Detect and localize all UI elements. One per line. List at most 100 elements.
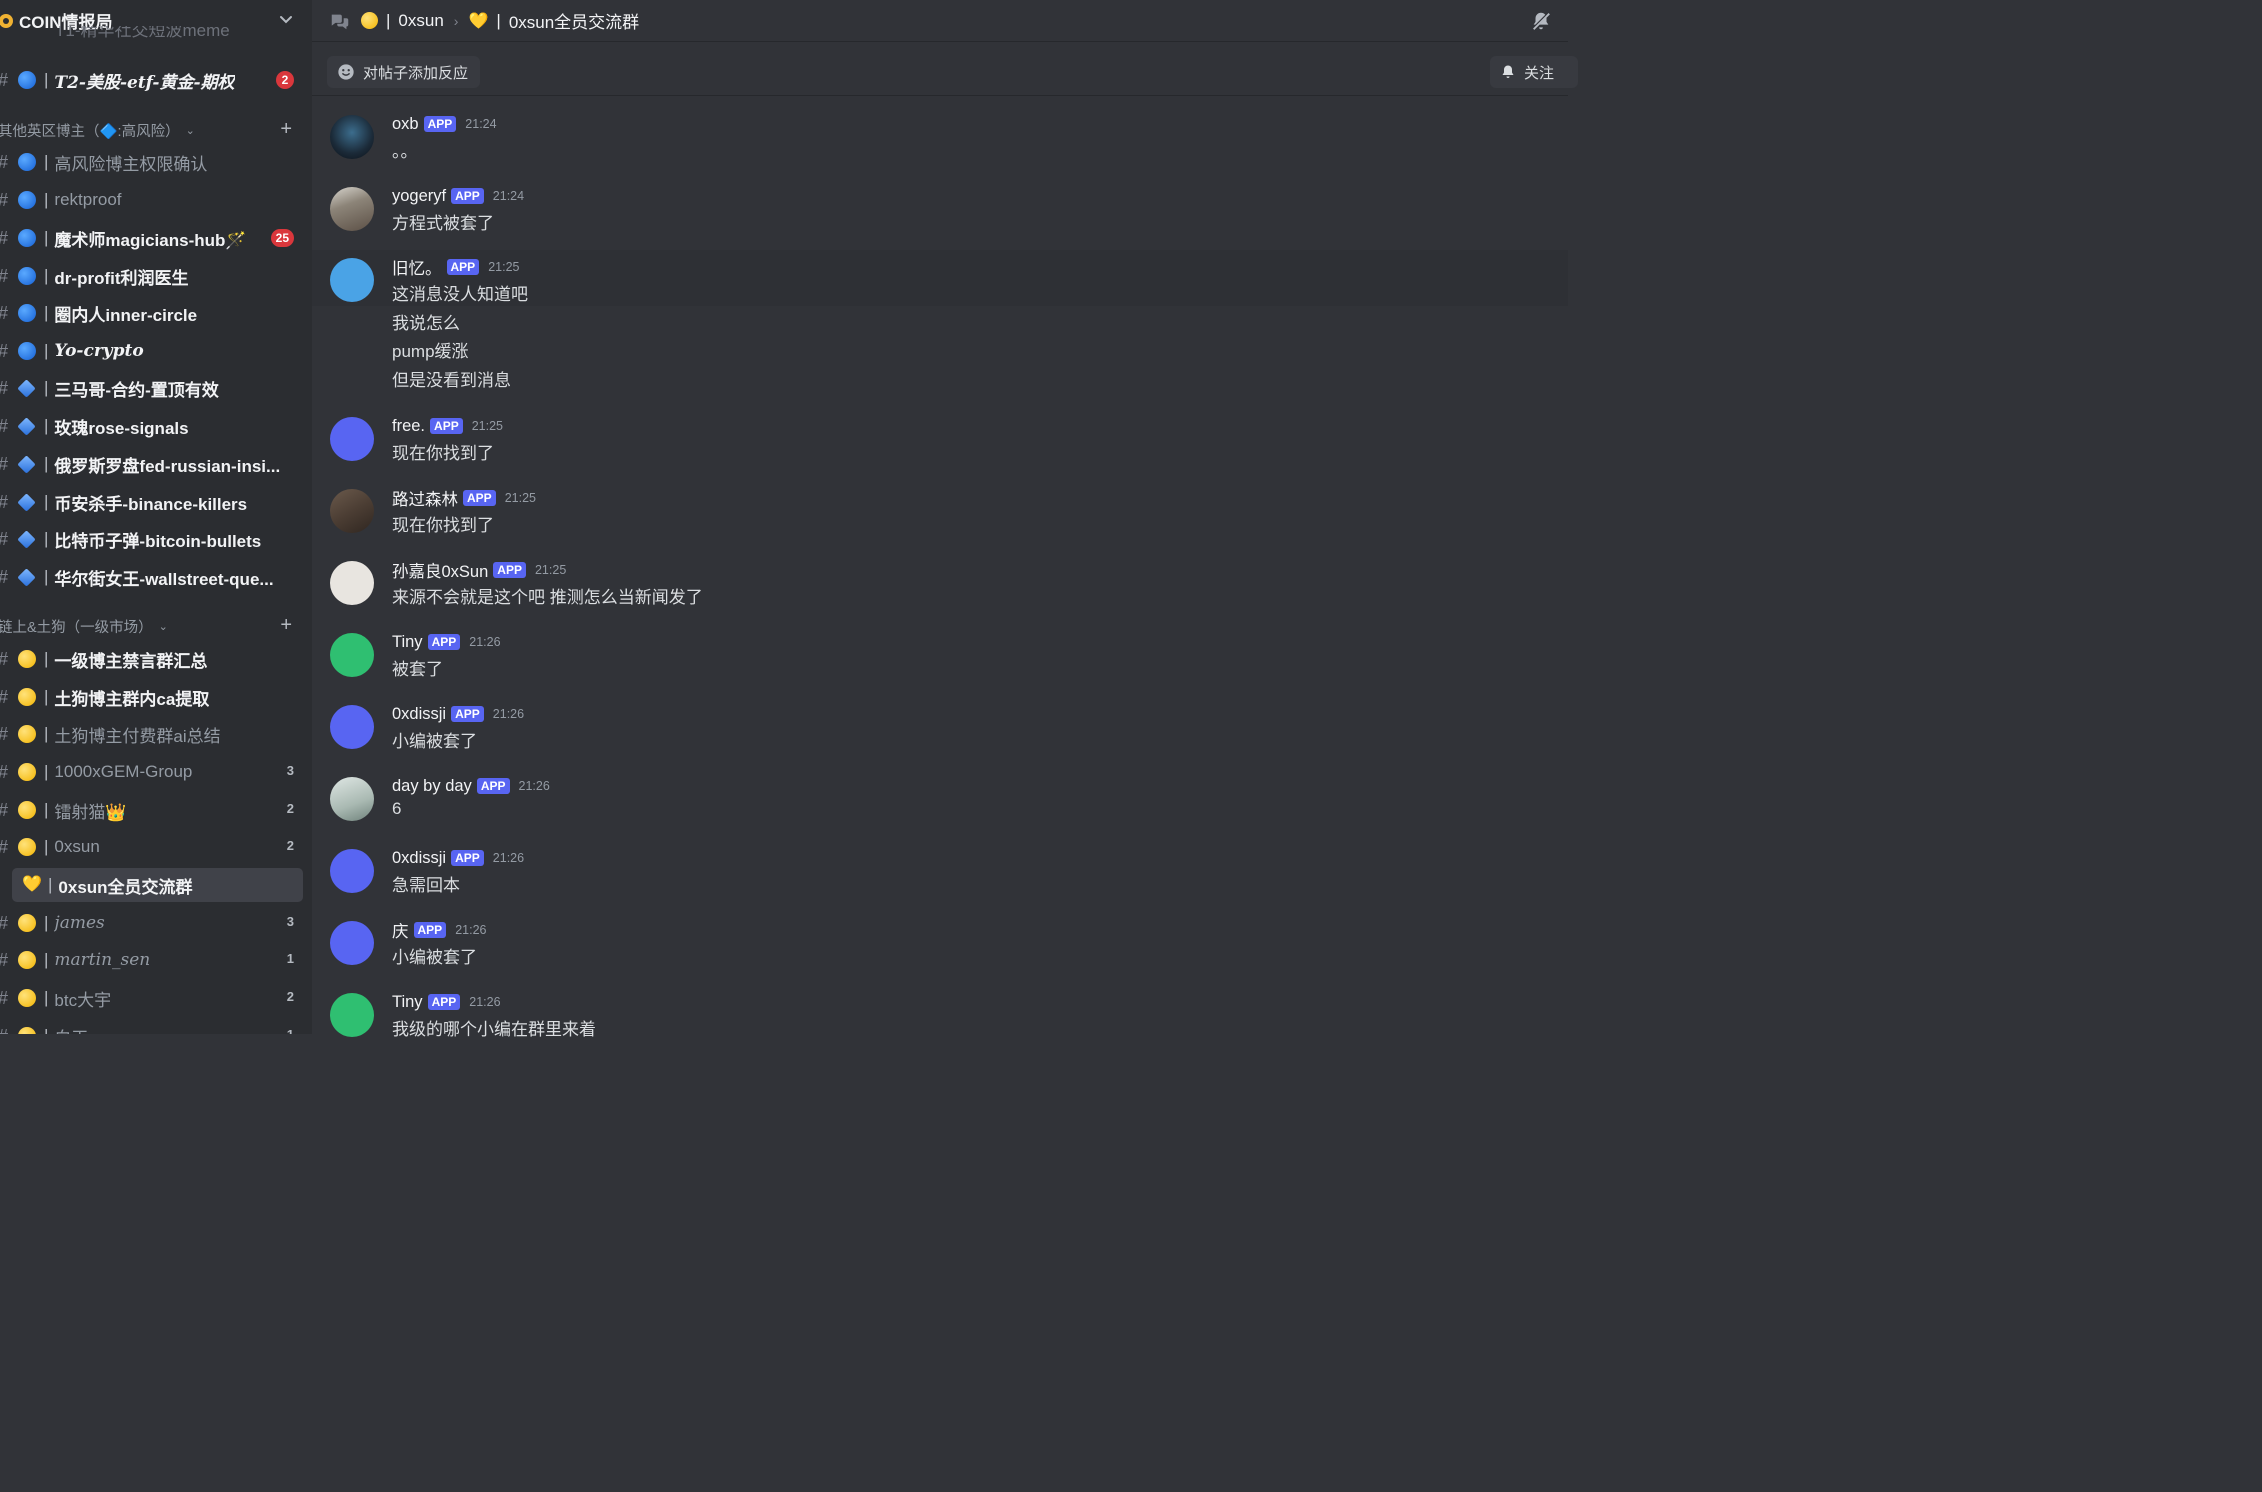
- author-name[interactable]: free.: [392, 417, 425, 436]
- author-name[interactable]: 孙嘉良0xSun: [392, 558, 488, 582]
- author-name[interactable]: 0xdissji: [392, 705, 446, 724]
- avatar[interactable]: [330, 561, 374, 605]
- unread-count: 1: [287, 1027, 294, 1034]
- channel-item[interactable]: # | Yo-crypto: [0, 334, 304, 368]
- app-badge: APP: [427, 634, 461, 650]
- channel-item-label: 0xsun: [54, 837, 100, 856]
- channel-sep: |: [44, 950, 49, 969]
- channel-sep: |: [44, 303, 49, 322]
- thread-hash-icon: #: [0, 1026, 10, 1035]
- channel-item[interactable]: # | 魔术师magicians-hub🪄 25: [0, 221, 304, 255]
- add-reaction-button[interactable]: 对帖子添加反应: [327, 56, 481, 88]
- channel-item[interactable]: # | 白天 1: [0, 1019, 304, 1034]
- yellow-emoji-icon: [18, 914, 36, 932]
- channel-sep: |: [44, 454, 49, 473]
- message-text: 被套了: [392, 660, 443, 679]
- channel-item[interactable]: # | 俄罗斯罗盘fed-russian-insi...: [0, 447, 304, 481]
- avatar[interactable]: [330, 633, 374, 677]
- avatar[interactable]: [330, 115, 374, 159]
- avatar[interactable]: [330, 777, 374, 821]
- chevron-down-icon[interactable]: [278, 11, 294, 27]
- add-reaction-label: 对帖子添加反应: [363, 64, 469, 82]
- channel-item[interactable]: # | 华尔街女王-wallstreet-que...: [0, 560, 304, 594]
- thread-hash-icon: #: [0, 416, 10, 436]
- channel-item[interactable]: # | 比特币子弹-bitcoin-bullets: [0, 522, 304, 556]
- category-header[interactable]: 其他英区博主（🔷:高风险） ⌄ +: [0, 118, 304, 142]
- channel-item[interactable]: # | btc大宇 2: [0, 981, 304, 1015]
- message: [312, 913, 1568, 975]
- channel-item[interactable]: # | 三马哥-合约-置顶有效: [0, 371, 304, 405]
- channel-sep: |: [44, 266, 49, 285]
- channel-sep: |: [44, 762, 49, 781]
- category-header[interactable]: 链上&土狗（一级市场） ⌄ +: [0, 614, 304, 638]
- message-header: Tiny APP 21:26: [392, 631, 501, 653]
- author-name[interactable]: day by day: [392, 777, 472, 796]
- author-name[interactable]: oxb: [392, 115, 419, 134]
- channel-item-label: 比特币子弹-bitcoin-bullets: [54, 531, 262, 551]
- thread-header: | 0xsun › 💛 | 0xsun全员交流群: [312, 0, 1568, 42]
- author-name[interactable]: Tiny: [392, 633, 423, 652]
- message-header: 0xdissji APP 21:26: [392, 703, 524, 725]
- avatar[interactable]: [330, 921, 374, 965]
- avatar[interactable]: [330, 849, 374, 893]
- channel-item[interactable]: # | 0xsun 2: [0, 830, 304, 864]
- channel-item[interactable]: # | 圈内人inner-circle: [0, 296, 304, 330]
- message-text: 这消息没人知道吧: [392, 285, 528, 304]
- avatar[interactable]: [330, 705, 374, 749]
- avatar[interactable]: [330, 417, 374, 461]
- author-name[interactable]: yogeryf: [392, 187, 446, 206]
- channel-item[interactable]: # | rektproof: [0, 183, 304, 217]
- unread-count: 2: [286, 801, 294, 816]
- channel-item[interactable]: # | 1000xGEM-Group 3: [0, 755, 304, 789]
- channel-item[interactable]: # | 镭射猫👑 2: [0, 793, 304, 827]
- avatar[interactable]: [330, 258, 374, 302]
- follow-button[interactable]: 关注: [1489, 56, 1578, 88]
- channel-item[interactable]: # | T2-美股-etf-黄金-期权 2: [0, 63, 304, 97]
- channel-item[interactable]: # | dr-profit利润医生: [0, 259, 304, 293]
- message-header: 孙嘉良0xSun APP 21:25: [392, 559, 566, 581]
- channel-item-label: 土狗博主群内ca提取: [54, 689, 210, 709]
- mention-badge: 25: [270, 229, 294, 247]
- channel-sep: |: [44, 228, 49, 247]
- thread-name-sep: |: [496, 10, 501, 30]
- timestamp: 21:25: [504, 491, 536, 505]
- diamond-emoji-icon: [17, 529, 36, 549]
- channel-sep: |: [44, 416, 49, 435]
- channel-item[interactable]: 💛 | 0xsun全员交流群: [12, 868, 303, 902]
- channel-item-label: btc大宇: [54, 990, 112, 1010]
- channel-item[interactable]: # | james 3: [0, 906, 304, 940]
- channel-item[interactable]: # | 玫瑰rose-signals: [0, 409, 304, 443]
- category-label: 链上&土狗（一级市场）: [0, 619, 153, 636]
- avatar[interactable]: [330, 187, 374, 231]
- channel-item-label: 土狗博主付费群ai总结: [54, 726, 221, 746]
- timestamp: 21:26: [492, 851, 525, 865]
- author-name[interactable]: 庆: [392, 918, 409, 942]
- channel-item[interactable]: # | 土狗博主付费群ai总结: [0, 717, 304, 751]
- yellow-emoji-icon: [18, 650, 36, 668]
- author-name[interactable]: 路过森林: [392, 486, 458, 510]
- channel-item[interactable]: # | 一级博主禁言群汇总: [0, 642, 304, 676]
- channel-item[interactable]: # | martin_sen 1: [0, 943, 304, 977]
- chevron-down-icon[interactable]: ⌄: [159, 620, 168, 633]
- channel-item[interactable]: # | 土狗博主群内ca提取: [0, 680, 304, 714]
- avatar[interactable]: [330, 993, 374, 1037]
- message-header: 庆 APP 21:26: [392, 919, 486, 941]
- message-text: 。。: [392, 142, 418, 161]
- avatar[interactable]: [330, 489, 374, 533]
- author-name[interactable]: 旧忆。: [392, 255, 442, 279]
- add-channel-icon[interactable]: +: [280, 614, 292, 636]
- app-badge: APP: [463, 490, 496, 506]
- channel-item-label: Yo-crypto: [54, 341, 144, 361]
- bell-muted-icon[interactable]: [1530, 10, 1552, 32]
- channel-item[interactable]: # | 高风险博主权限确认: [0, 145, 304, 179]
- add-channel-icon[interactable]: +: [280, 118, 292, 140]
- message-header: 路过森林 APP 21:25: [392, 487, 536, 509]
- author-name[interactable]: 0xdissji: [392, 849, 446, 868]
- channel-item-cut[interactable]: T1-精华社交短波meme: [0, 26, 304, 46]
- chevron-down-icon[interactable]: ⌄: [186, 124, 195, 137]
- parent-channel-link[interactable]: 0xsun: [398, 11, 443, 31]
- author-name[interactable]: Tiny: [392, 993, 423, 1012]
- app-badge: APP: [451, 850, 484, 866]
- thread-hash-icon: #: [0, 266, 10, 286]
- channel-item[interactable]: # | 币安杀手-binance-killers: [0, 485, 304, 519]
